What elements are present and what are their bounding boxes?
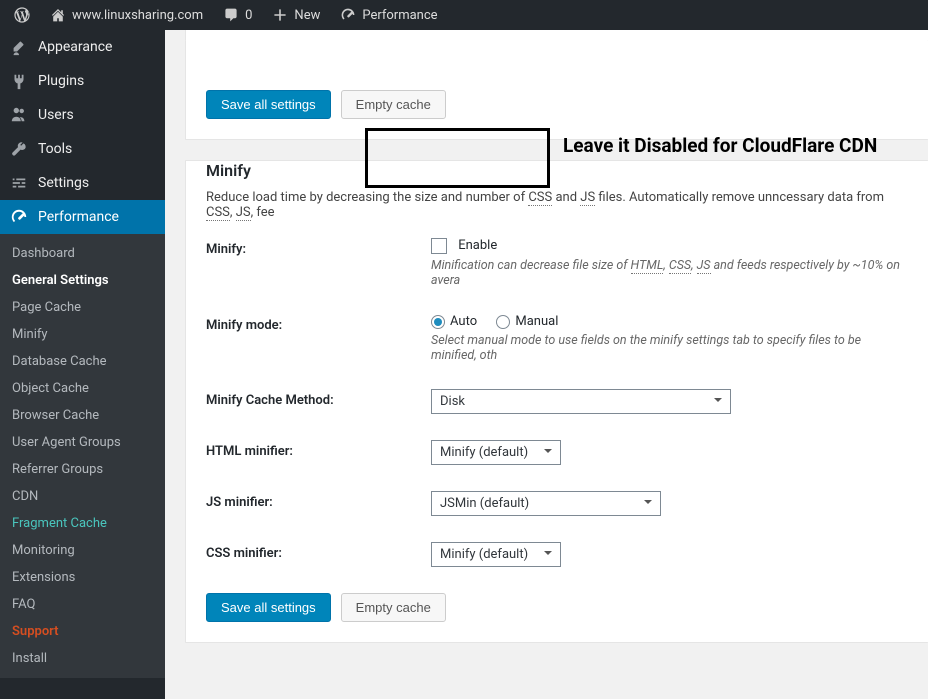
menu-performance[interactable]: Performance <box>0 200 165 234</box>
menu-appearance[interactable]: Appearance <box>0 30 165 64</box>
new-link[interactable]: New <box>262 0 330 30</box>
admin-sidebar: Appearance Plugins Users Tools Settings … <box>0 30 165 699</box>
plus-icon <box>272 7 288 23</box>
sub-cdn[interactable]: CDN <box>0 483 165 510</box>
chevron-down-icon <box>642 496 654 512</box>
section-title-minify: Minify <box>206 161 908 180</box>
html-minifier-value: Minify (default) <box>440 445 528 460</box>
panel-top-actions: Save all settings Empty cache <box>185 40 928 140</box>
sub-page-cache[interactable]: Page Cache <box>0 294 165 321</box>
radio-manual[interactable] <box>496 315 510 329</box>
css-minifier-select[interactable]: Minify (default) <box>431 542 561 567</box>
menu-users[interactable]: Users <box>0 98 165 132</box>
row-js-minifier: JS minifier: JSMin (default) <box>206 491 908 516</box>
home-icon <box>50 7 66 23</box>
plug-icon <box>10 72 28 90</box>
site-url: www.linuxsharing.com <box>72 8 203 23</box>
save-all-button[interactable]: Save all settings <box>206 90 331 119</box>
sub-extensions[interactable]: Extensions <box>0 564 165 591</box>
comments-count: 0 <box>245 8 252 23</box>
minify-enable-checkbox[interactable] <box>431 238 447 254</box>
cache-method-value: Disk <box>440 394 465 409</box>
radio-auto[interactable] <box>431 315 445 329</box>
minify-mode-label: Minify mode: <box>206 314 431 333</box>
minify-mode-auto[interactable]: Auto <box>431 314 493 329</box>
sub-database-cache[interactable]: Database Cache <box>0 348 165 375</box>
comments-link[interactable]: 0 <box>213 0 262 30</box>
main-content: Save all settings Empty cache Minify Red… <box>165 30 928 699</box>
minify-mode-manual[interactable]: Manual <box>496 314 574 329</box>
chevron-down-icon <box>542 445 554 461</box>
minify-enable-hint: Minification can decrease file size of H… <box>431 258 908 288</box>
sub-dashboard[interactable]: Dashboard <box>0 240 165 267</box>
minify-description: Reduce load time by decreasing the size … <box>206 190 908 220</box>
html-minifier-label: HTML minifier: <box>206 440 431 459</box>
submenu-performance: Dashboard General Settings Page Cache Mi… <box>0 234 165 678</box>
top-strip <box>185 30 928 40</box>
menu-plugins[interactable]: Plugins <box>0 64 165 98</box>
row-minify-enable: Minify: Enable Minification can decrease… <box>206 238 908 288</box>
sub-browser-cache[interactable]: Browser Cache <box>0 402 165 429</box>
menu-tools-label: Tools <box>38 141 72 157</box>
css-minifier-value: Minify (default) <box>440 547 528 562</box>
sub-general-settings[interactable]: General Settings <box>0 267 165 294</box>
panel-minify: Minify Reduce load time by decreasing th… <box>185 160 928 643</box>
sub-faq[interactable]: FAQ <box>0 591 165 618</box>
menu-appearance-label: Appearance <box>38 39 112 55</box>
menu-settings-label: Settings <box>38 175 89 191</box>
chevron-down-icon <box>542 547 554 563</box>
css-minifier-label: CSS minifier: <box>206 542 431 561</box>
cache-method-label: Minify Cache Method: <box>206 389 431 408</box>
admin-bar: www.linuxsharing.com 0 New Performance <box>0 0 928 30</box>
sub-ua-groups[interactable]: User Agent Groups <box>0 429 165 456</box>
row-minify-mode: Minify mode: Auto Manual Select manual m… <box>206 314 908 363</box>
js-minifier-value: JSMin (default) <box>440 496 529 511</box>
sub-support[interactable]: Support <box>0 618 165 645</box>
sliders-icon <box>10 174 28 192</box>
menu-tools[interactable]: Tools <box>0 132 165 166</box>
menu-users-label: Users <box>38 107 74 123</box>
row-html-minifier: HTML minifier: Minify (default) <box>206 440 908 465</box>
menu-plugins-label: Plugins <box>38 73 84 89</box>
sub-object-cache[interactable]: Object Cache <box>0 375 165 402</box>
minify-enable-control[interactable]: Enable <box>431 238 497 253</box>
empty-cache-button[interactable]: Empty cache <box>341 90 446 119</box>
save-all-button-2[interactable]: Save all settings <box>206 593 331 622</box>
wp-logo[interactable] <box>4 0 40 30</box>
minify-enable-label: Minify: <box>206 238 431 257</box>
menu-settings[interactable]: Settings <box>0 166 165 200</box>
site-link[interactable]: www.linuxsharing.com <box>40 0 213 30</box>
empty-cache-button-2[interactable]: Empty cache <box>341 593 446 622</box>
users-icon <box>10 106 28 124</box>
js-minifier-select[interactable]: JSMin (default) <box>431 491 661 516</box>
gauge-icon <box>340 7 356 23</box>
sub-minify[interactable]: Minify <box>0 321 165 348</box>
comment-icon <box>223 7 239 23</box>
cache-method-select[interactable]: Disk <box>431 389 731 414</box>
performance-link[interactable]: Performance <box>330 0 447 30</box>
css-abbr: CSS <box>528 190 552 206</box>
chevron-down-icon <box>712 394 724 410</box>
brush-icon <box>10 38 28 56</box>
row-css-minifier: CSS minifier: Minify (default) <box>206 542 908 567</box>
wordpress-icon <box>14 7 30 23</box>
sub-fragment-cache[interactable]: Fragment Cache <box>0 510 165 537</box>
sub-referrer-groups[interactable]: Referrer Groups <box>0 456 165 483</box>
js-abbr: JS <box>580 190 595 206</box>
sub-monitoring[interactable]: Monitoring <box>0 537 165 564</box>
annotation-text: Leave it Disabled for CloudFlare CDN <box>563 134 877 157</box>
minify-mode-hint: Select manual mode to use fields on the … <box>431 333 908 363</box>
menu-performance-label: Performance <box>38 209 119 225</box>
gauge-icon <box>10 208 28 226</box>
html-minifier-select[interactable]: Minify (default) <box>431 440 561 465</box>
js-minifier-label: JS minifier: <box>206 491 431 510</box>
perf-label: Performance <box>362 8 437 23</box>
new-label: New <box>294 8 320 23</box>
wrench-icon <box>10 140 28 158</box>
row-cache-method: Minify Cache Method: Disk <box>206 389 908 414</box>
minify-enable-text: Enable <box>458 238 497 253</box>
sub-install[interactable]: Install <box>0 645 165 672</box>
